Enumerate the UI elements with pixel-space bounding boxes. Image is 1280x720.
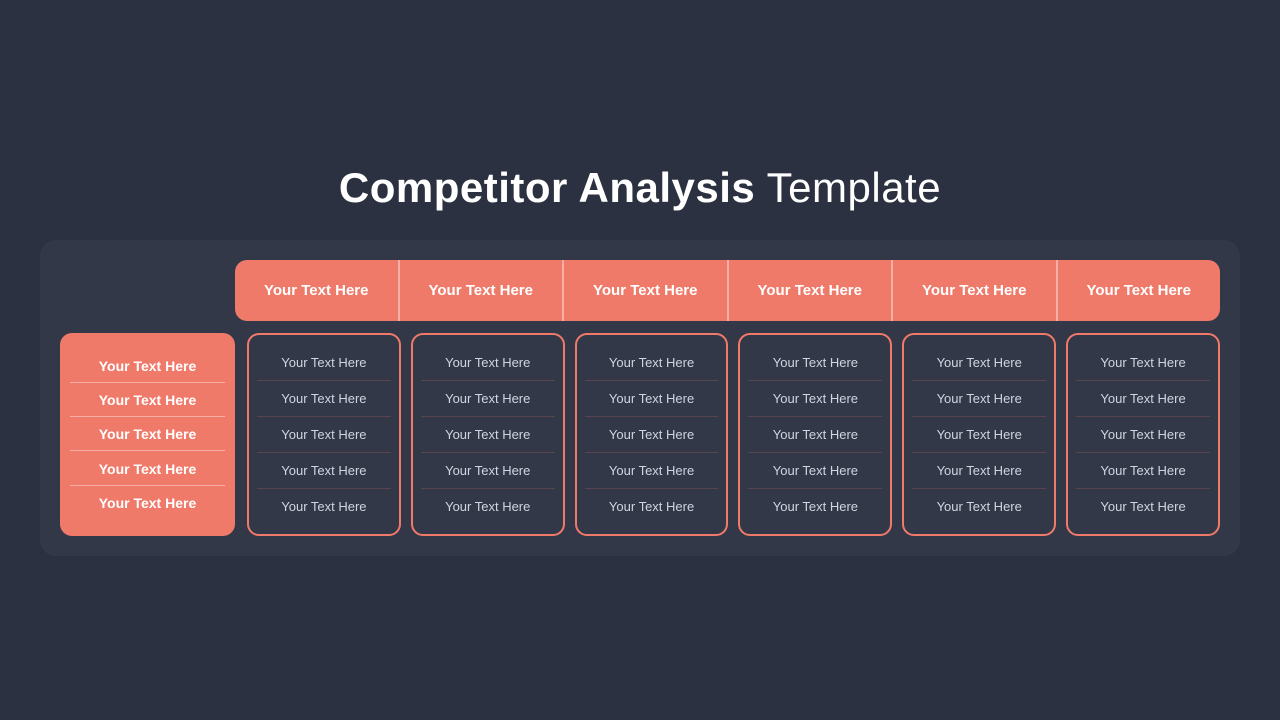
data-cell-1-3: Your Text Here	[421, 453, 555, 489]
page-title: Competitor Analysis Template	[339, 164, 941, 212]
data-cell-5-3: Your Text Here	[1076, 453, 1210, 489]
data-cell-0-1: Your Text Here	[257, 381, 391, 417]
row-label-4: Your Text Here	[70, 487, 225, 519]
header-row: Your Text Here Your Text Here Your Text …	[235, 260, 1220, 321]
header-cell-5: Your Text Here	[1058, 260, 1221, 321]
data-cell-2-4: Your Text Here	[585, 489, 719, 524]
data-col-0: Your Text Here Your Text Here Your Text …	[247, 333, 401, 536]
data-cell-4-1: Your Text Here	[912, 381, 1046, 417]
data-cell-1-1: Your Text Here	[421, 381, 555, 417]
header-cell-0: Your Text Here	[235, 260, 400, 321]
row-label-3: Your Text Here	[70, 453, 225, 486]
body-row: Your Text Here Your Text Here Your Text …	[60, 333, 1220, 536]
data-cell-4-4: Your Text Here	[912, 489, 1046, 524]
data-cell-3-4: Your Text Here	[748, 489, 882, 524]
data-cell-5-4: Your Text Here	[1076, 489, 1210, 524]
data-cell-3-3: Your Text Here	[748, 453, 882, 489]
data-cell-0-0: Your Text Here	[257, 345, 391, 381]
data-cell-1-0: Your Text Here	[421, 345, 555, 381]
row-label-0: Your Text Here	[70, 350, 225, 383]
table-container: Your Text Here Your Text Here Your Text …	[40, 240, 1240, 556]
data-cell-3-2: Your Text Here	[748, 417, 882, 453]
header-cell-3: Your Text Here	[729, 260, 894, 321]
data-cell-3-0: Your Text Here	[748, 345, 882, 381]
data-cell-4-2: Your Text Here	[912, 417, 1046, 453]
data-cell-1-4: Your Text Here	[421, 489, 555, 524]
data-col-5: Your Text Here Your Text Here Your Text …	[1066, 333, 1220, 536]
data-cell-2-3: Your Text Here	[585, 453, 719, 489]
data-col-1: Your Text Here Your Text Here Your Text …	[411, 333, 565, 536]
data-cell-2-0: Your Text Here	[585, 345, 719, 381]
data-cell-3-1: Your Text Here	[748, 381, 882, 417]
data-col-3: Your Text Here Your Text Here Your Text …	[738, 333, 892, 536]
data-cell-4-0: Your Text Here	[912, 345, 1046, 381]
header-cell-2: Your Text Here	[564, 260, 729, 321]
data-cell-5-0: Your Text Here	[1076, 345, 1210, 381]
row-label-column: Your Text Here Your Text Here Your Text …	[60, 333, 235, 536]
data-cell-5-2: Your Text Here	[1076, 417, 1210, 453]
data-col-4: Your Text Here Your Text Here Your Text …	[902, 333, 1056, 536]
data-cell-4-3: Your Text Here	[912, 453, 1046, 489]
header-cell-1: Your Text Here	[400, 260, 565, 321]
row-label-1: Your Text Here	[70, 384, 225, 417]
data-cell-0-4: Your Text Here	[257, 489, 391, 524]
header-cell-4: Your Text Here	[893, 260, 1058, 321]
data-cell-5-1: Your Text Here	[1076, 381, 1210, 417]
data-col-2: Your Text Here Your Text Here Your Text …	[575, 333, 729, 536]
data-cell-1-2: Your Text Here	[421, 417, 555, 453]
data-cell-0-2: Your Text Here	[257, 417, 391, 453]
data-columns: Your Text Here Your Text Here Your Text …	[247, 333, 1220, 536]
data-cell-0-3: Your Text Here	[257, 453, 391, 489]
data-cell-2-1: Your Text Here	[585, 381, 719, 417]
row-label-2: Your Text Here	[70, 418, 225, 451]
data-cell-2-2: Your Text Here	[585, 417, 719, 453]
